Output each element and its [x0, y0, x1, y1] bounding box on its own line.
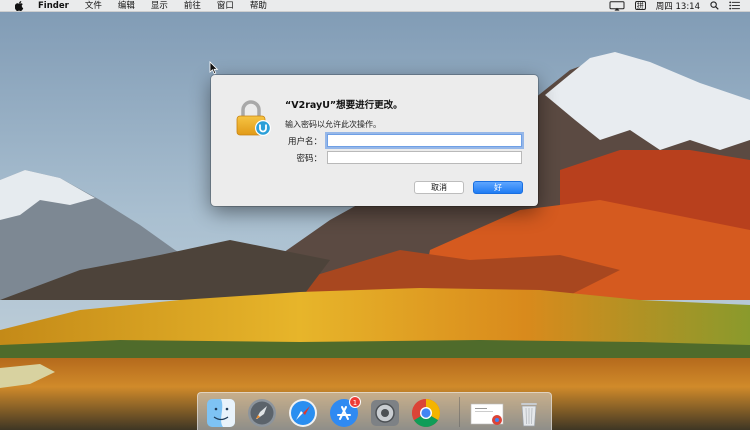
password-field[interactable]: [327, 151, 522, 164]
spotlight-search-icon[interactable]: [710, 1, 719, 10]
dock-system-preferences-icon[interactable]: [370, 398, 400, 428]
menu-file[interactable]: 文件: [77, 0, 110, 12]
dialog-message: 输入密码以允许此次操作。: [285, 120, 381, 129]
dock-safari-icon[interactable]: [288, 398, 318, 428]
username-label: 用户名：: [287, 137, 322, 147]
menu-go[interactable]: 前往: [176, 0, 209, 12]
menu-window[interactable]: 窗口: [209, 0, 242, 12]
cancel-button[interactable]: 取消: [414, 181, 464, 194]
password-label: 密码：: [296, 154, 322, 164]
input-method-indicator[interactable]: 拼: [634, 1, 646, 10]
mouse-pointer-icon: [209, 61, 219, 75]
username-field[interactable]: [327, 134, 522, 147]
notification-center-icon[interactable]: [729, 1, 740, 10]
menubar-clock[interactable]: 周四 13:14: [656, 0, 700, 12]
dock-finder-icon[interactable]: [206, 398, 236, 428]
lock-icon: [233, 99, 273, 139]
ok-button[interactable]: 好: [473, 181, 523, 194]
authorization-dialog: “V2rayU”想要进行更改。 输入密码以允许此次操作。 用户名： 密码： 取消…: [211, 75, 538, 206]
menu-edit[interactable]: 编辑: [110, 0, 143, 12]
menu-view[interactable]: 显示: [143, 0, 176, 12]
dock-trash-icon[interactable]: [514, 398, 544, 428]
airplay-icon[interactable]: [609, 0, 625, 11]
desktop-wallpaper: [0, 0, 750, 430]
dock-app-store-icon[interactable]: 1: [329, 396, 361, 428]
dock: 1: [197, 392, 552, 430]
dock-launchpad-icon[interactable]: [247, 398, 277, 428]
menu-help[interactable]: 帮助: [242, 0, 275, 12]
menu-app-finder[interactable]: Finder: [26, 0, 77, 12]
dialog-title: “V2rayU”想要进行更改。: [285, 100, 403, 111]
menu-bar: Finder 文件 编辑 显示 前往 窗口 帮助 拼 周四 13:14: [0, 0, 750, 12]
dock-chrome-icon[interactable]: [411, 398, 441, 428]
dock-separator: [459, 397, 460, 427]
apple-menu-icon[interactable]: [12, 0, 26, 12]
dock-document-icon[interactable]: [470, 398, 506, 428]
app-store-badge: 1: [349, 396, 361, 408]
